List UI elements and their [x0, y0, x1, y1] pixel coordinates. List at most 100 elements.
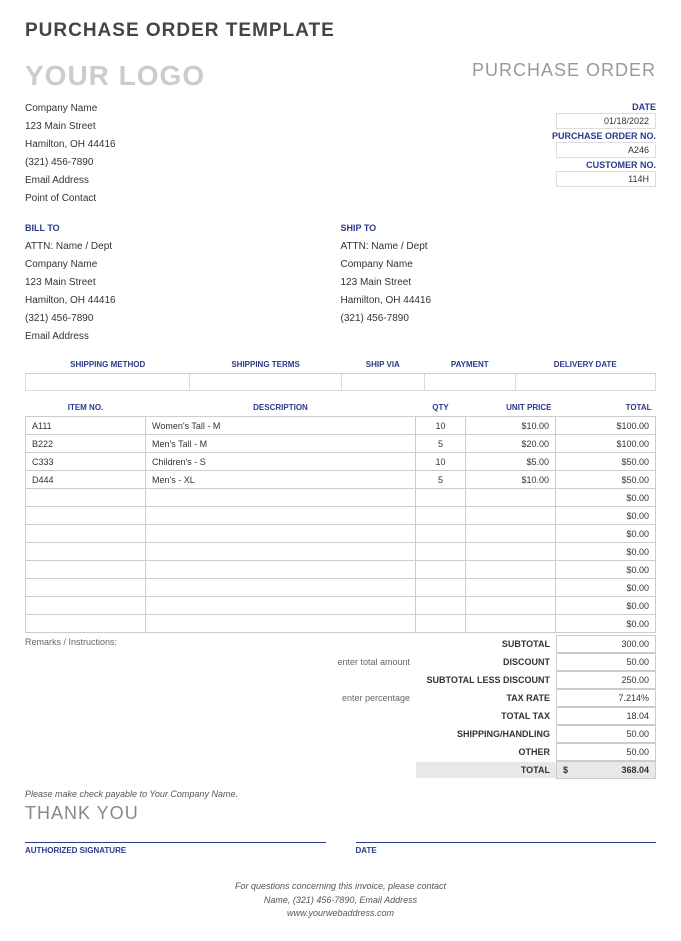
- table-row: $0.00: [26, 597, 656, 615]
- company-city: Hamilton, OH 44416: [25, 136, 116, 154]
- payment-cell: [424, 374, 515, 391]
- item-total-cell: $100.00: [556, 435, 656, 453]
- table-row: C333Children's - S10$5.00$50.00: [26, 453, 656, 471]
- table-row: D444Men's - XL5$10.00$50.00: [26, 471, 656, 489]
- shipping-value: 50.00: [556, 725, 656, 743]
- signature-row: AUTHORIZED SIGNATURE DATE: [25, 842, 656, 855]
- item-no-cell: [26, 561, 146, 579]
- bill-city: Hamilton, OH 44416: [25, 292, 341, 310]
- item-desc-cell: [146, 597, 416, 615]
- total-tax-label: TOTAL TAX: [416, 708, 556, 724]
- ship-terms-header: SHIPPING TERMS: [190, 356, 341, 374]
- ship-street: 123 Main Street: [341, 274, 657, 292]
- cust-no-label: CUSTOMER NO.: [552, 160, 656, 170]
- cust-no-value: 114H: [556, 171, 656, 187]
- item-desc-cell: [146, 579, 416, 597]
- delivery-header: DELIVERY DATE: [515, 356, 655, 374]
- company-meta-row: Company Name 123 Main Street Hamilton, O…: [25, 100, 656, 208]
- item-desc-cell: [146, 543, 416, 561]
- table-row: $0.00: [26, 561, 656, 579]
- item-total-cell: $50.00: [556, 453, 656, 471]
- item-desc-cell: [146, 507, 416, 525]
- bill-street: 123 Main Street: [25, 274, 341, 292]
- item-total-cell: $0.00: [556, 597, 656, 615]
- company-street: 123 Main Street: [25, 118, 116, 136]
- table-row: $0.00: [26, 525, 656, 543]
- item-no-cell: [26, 543, 146, 561]
- bill-to: BILL TO ATTN: Name / Dept Company Name 1…: [25, 220, 341, 346]
- item-total-cell: $0.00: [556, 561, 656, 579]
- item-price-cell: [466, 525, 556, 543]
- bill-attn: ATTN: Name / Dept: [25, 238, 341, 256]
- item-desc-cell: Women's Tall - M: [146, 417, 416, 435]
- item-total-header: TOTAL: [556, 399, 656, 417]
- remarks-label: Remarks / Instructions:: [25, 633, 337, 651]
- signature-date-label: DATE: [356, 842, 657, 855]
- header-row: YOUR LOGO PURCHASE ORDER: [25, 60, 656, 92]
- item-no-cell: [26, 615, 146, 633]
- signature-label: AUTHORIZED SIGNATURE: [25, 842, 326, 855]
- item-no-cell: B222: [26, 435, 146, 453]
- company-name: Company Name: [25, 100, 116, 118]
- item-no-cell: A111: [26, 417, 146, 435]
- date-value: 01/18/2022: [556, 113, 656, 129]
- final-amount: 368.04: [621, 765, 649, 775]
- item-total-cell: $50.00: [556, 471, 656, 489]
- item-no-header: ITEM NO.: [26, 399, 146, 417]
- item-qty-cell: 5: [416, 471, 466, 489]
- bill-company: Company Name: [25, 256, 341, 274]
- item-qty-cell: [416, 561, 466, 579]
- page-title: PURCHASE ORDER TEMPLATE: [25, 20, 656, 42]
- shipping-table: SHIPPING METHOD SHIPPING TERMS SHIP VIA …: [25, 356, 656, 391]
- item-total-cell: $0.00: [556, 543, 656, 561]
- less-discount-value: 250.00: [556, 671, 656, 689]
- table-row: $0.00: [26, 615, 656, 633]
- ship-terms-cell: [190, 374, 341, 391]
- po-no-value: A246: [556, 142, 656, 158]
- payable-note: Please make check payable to Your Compan…: [25, 789, 656, 799]
- po-meta: DATE 01/18/2022 PURCHASE ORDER NO. A246 …: [552, 100, 656, 208]
- footer-link: www.yourwebaddress.com: [25, 907, 656, 921]
- table-row: $0.00: [26, 579, 656, 597]
- item-price-cell: [466, 579, 556, 597]
- addresses: BILL TO ATTN: Name / Dept Company Name 1…: [25, 220, 656, 346]
- currency: $: [563, 765, 568, 775]
- total-tax-value: 18.04: [556, 707, 656, 725]
- item-price-cell: [466, 561, 556, 579]
- item-total-cell: $0.00: [556, 615, 656, 633]
- item-desc-cell: Men's Tall - M: [146, 435, 416, 453]
- shipping-label: SHIPPING/HANDLING: [416, 726, 556, 742]
- table-row: B222Men's Tall - M5$20.00$100.00: [26, 435, 656, 453]
- item-price-cell: [466, 543, 556, 561]
- totals-block: SUBTOTAL300.00 enter total amountDISCOUN…: [337, 635, 656, 779]
- item-price-header: UNIT PRICE: [466, 399, 556, 417]
- other-label: OTHER: [416, 744, 556, 760]
- ship-method-header: SHIPPING METHOD: [26, 356, 190, 374]
- company-email: Email Address: [25, 172, 116, 190]
- item-qty-cell: 10: [416, 417, 466, 435]
- item-price-cell: [466, 507, 556, 525]
- item-total-cell: $0.00: [556, 489, 656, 507]
- ship-phone: (321) 456-7890: [341, 310, 657, 328]
- company-phone: (321) 456-7890: [25, 154, 116, 172]
- item-qty-header: QTY: [416, 399, 466, 417]
- item-total-cell: $0.00: [556, 507, 656, 525]
- discount-label: DISCOUNT: [416, 654, 556, 670]
- subtotal-label: SUBTOTAL: [416, 636, 556, 652]
- table-row: $0.00: [26, 543, 656, 561]
- item-desc-cell: [146, 561, 416, 579]
- item-no-cell: [26, 489, 146, 507]
- bill-email: Email Address: [25, 328, 341, 346]
- ship-company: Company Name: [341, 256, 657, 274]
- item-qty-cell: [416, 543, 466, 561]
- ship-city: Hamilton, OH 44416: [341, 292, 657, 310]
- item-price-cell: [466, 489, 556, 507]
- ship-attn: ATTN: Name / Dept: [341, 238, 657, 256]
- item-qty-cell: 10: [416, 453, 466, 471]
- item-no-cell: [26, 579, 146, 597]
- item-price-cell: $5.00: [466, 453, 556, 471]
- tax-rate-value: 7.214%: [556, 689, 656, 707]
- document-type: PURCHASE ORDER: [472, 60, 656, 81]
- table-row: A111Women's Tall - M10$10.00$100.00: [26, 417, 656, 435]
- logo-placeholder: YOUR LOGO: [25, 60, 205, 92]
